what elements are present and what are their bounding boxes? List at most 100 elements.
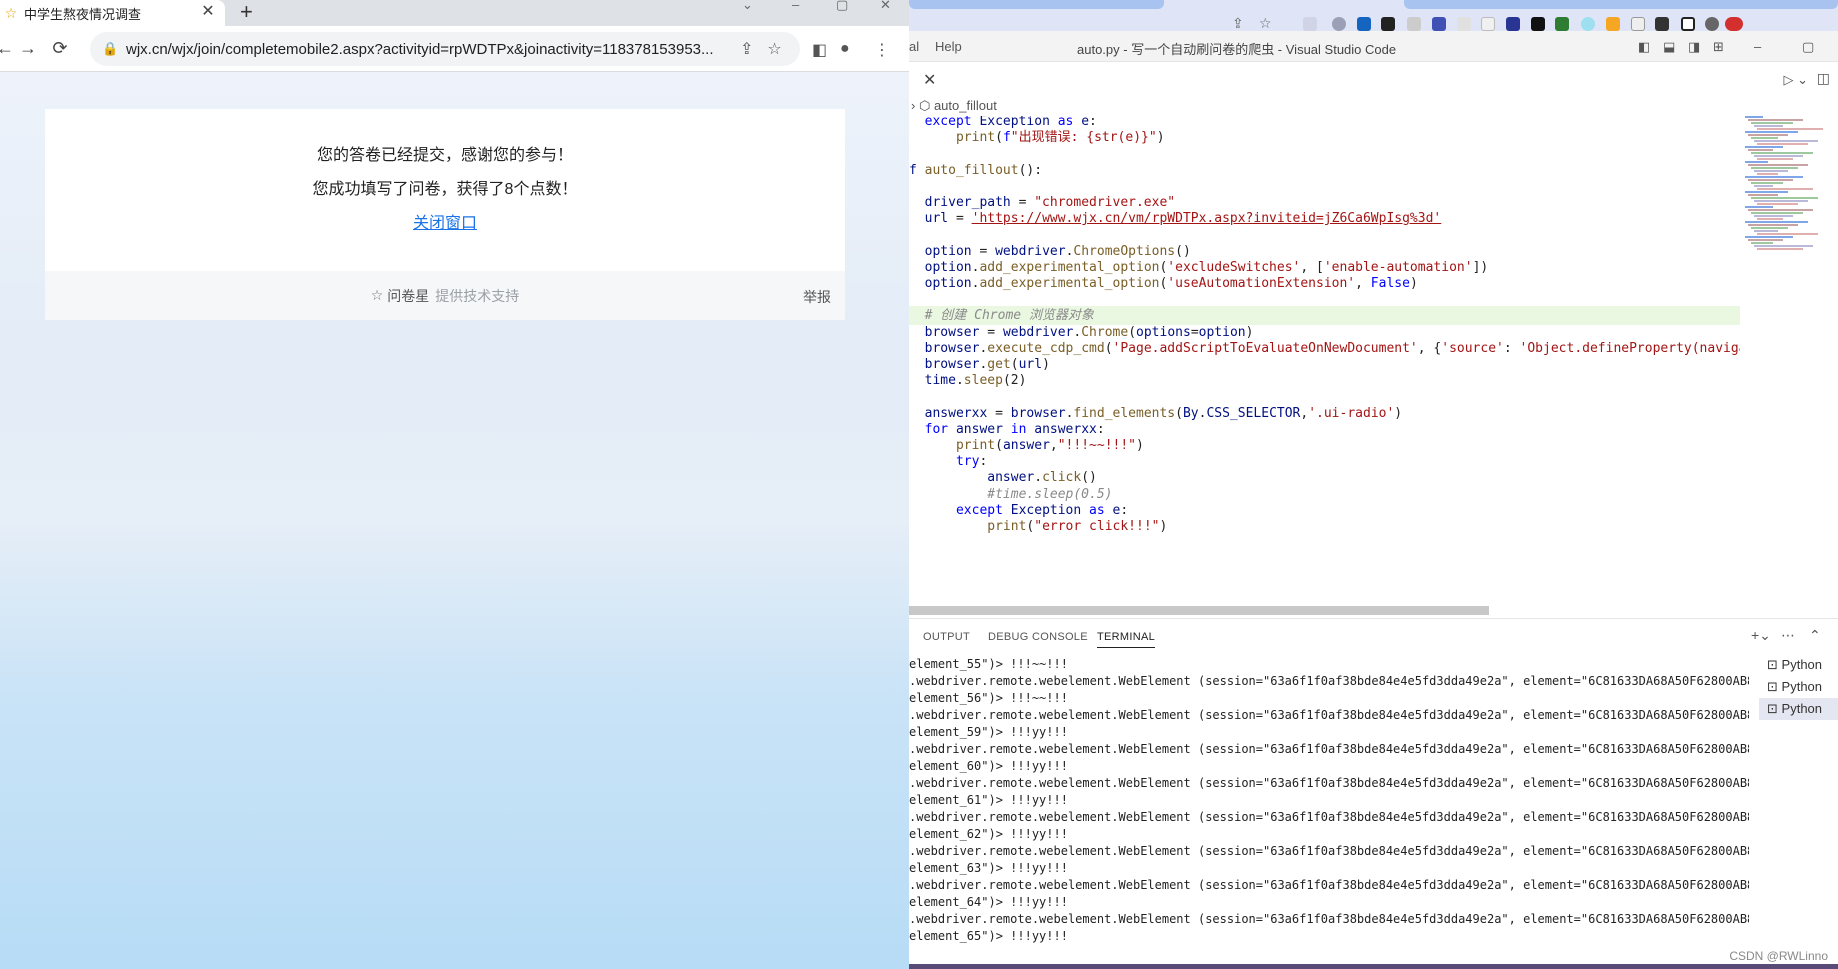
chevron-right-icon[interactable]: › [911,98,915,113]
toggle-sidebar-icon[interactable]: ◧ [1638,39,1650,55]
lock-icon[interactable]: 🔒 [102,41,120,57]
side-panel-icon[interactable]: ◧ [812,40,827,60]
extension-icon[interactable] [1457,17,1471,31]
extension-icon[interactable] [1631,17,1645,31]
split-editor-icon[interactable]: ◫ [1817,70,1830,87]
submitted-message: 您的答卷已经提交，感谢您的参与！ [316,147,573,164]
bookmark-star-icon[interactable]: ☆ [767,39,781,59]
terminal-item-active[interactable]: ⊡ Python [1759,698,1838,720]
close-tab-icon[interactable]: ✕ [199,3,217,21]
url-text[interactable]: wjx.cn/wjx/join/completemobile2.aspx?act… [126,41,726,58]
share-icon[interactable]: ⇪ [740,39,753,59]
minimap-stroke [1745,146,1783,148]
run-python-icon[interactable]: ▷ ⌄ [1783,72,1808,88]
update-badge-icon[interactable] [1725,17,1743,31]
minimap-stroke [1748,164,1808,166]
report-link[interactable]: 举报 [803,287,831,307]
minimap-stroke [1754,230,1778,232]
minimap-stroke [1757,248,1803,250]
minimize-icon[interactable]: – [1754,39,1761,54]
background-tab[interactable] [1404,0,1838,9]
horizontal-scrollbar[interactable] [909,606,1489,615]
minimap-stroke [1757,158,1793,160]
extension-icon[interactable] [1357,17,1371,31]
extension-icon[interactable] [1581,17,1595,31]
address-bar[interactable]: 🔒 wjx.cn/wjx/join/completemobile2.aspx?a… [90,32,800,66]
terminal-line: .webdriver.remote.webelement.WebElement … [909,912,1749,926]
background-tab[interactable] [909,0,1164,9]
tab-debug-console[interactable]: DEBUG CONSOLE [988,631,1088,643]
minimap-stroke [1757,218,1783,220]
bottom-panel: OUTPUT DEBUG CONSOLE TERMINAL +⌄ ⋯ ⌃ ele… [909,618,1838,969]
minimap-stroke [1757,173,1778,175]
background-browser-toolbar: ⇪ ☆ [909,0,1838,31]
vscode-titlebar: al Help auto.py - 写一个自动刷问卷的爬虫 - Visual S… [909,31,1838,62]
minimap-stroke [1748,134,1788,136]
tab-strip: ☆ 中学生熬夜情况调查 ✕ + ⌄ – ▢ ✕ [0,0,909,26]
code-editor[interactable]: except Exception as e: print(f"出现错误: {st… [909,116,1740,612]
tab-search-icon[interactable]: ⌄ [742,0,753,11]
minimap-stroke [1751,167,1798,169]
menu-help[interactable]: Help [935,39,962,54]
minimap-stroke [1745,191,1788,193]
footer-brand[interactable]: 问卷星 [387,286,429,306]
terminal-line: .webdriver.remote.webelement.WebElement … [909,674,1749,688]
extension-icon[interactable] [1481,17,1495,31]
minimap-stroke [1751,197,1818,199]
minimap-stroke [1745,116,1763,118]
terminal-item[interactable]: ⊡ Python [1759,654,1838,676]
minimap-stroke [1754,200,1808,202]
extension-icon[interactable] [1381,17,1395,31]
toggle-secondary-sidebar-icon[interactable]: ◨ [1688,39,1700,55]
minimize-icon[interactable]: – [792,0,799,11]
close-window-link[interactable]: 关闭窗口 [45,209,845,233]
toggle-panel-icon[interactable]: ⬓ [1663,39,1675,55]
tab-output[interactable]: OUTPUT [923,631,970,643]
share-icon[interactable]: ⇪ [1232,15,1246,31]
extension-icon[interactable] [1332,17,1346,31]
code-line[interactable]: print("error click!!!") [909,517,1740,536]
extension-icon[interactable] [1606,17,1620,31]
terminal-output[interactable]: element_55")> !!!~~!!! .webdriver.remote.… [909,656,1749,956]
forward-icon[interactable]: → [12,38,44,59]
extensions-puzzle-icon[interactable] [1655,17,1669,31]
breadcrumb-item[interactable]: auto_fillout [934,98,997,113]
tab-terminal[interactable]: TERMINAL [1097,631,1156,648]
browser-tab-active[interactable]: ☆ 中学生熬夜情况调查 ✕ [0,0,225,26]
terminal-line: element_55")> !!!~~!!! [909,657,1068,671]
close-window-icon[interactable]: ✕ [880,0,891,11]
minimap[interactable] [1745,116,1838,256]
new-tab-icon[interactable]: + [240,0,253,24]
menu-kebab-icon[interactable]: ⋮ [874,40,890,60]
profile-avatar-icon[interactable] [1705,17,1719,31]
terminal-item[interactable]: ⊡ Python [1759,676,1838,698]
extension-icon[interactable] [1531,17,1545,31]
maximize-icon[interactable]: ▢ [1802,39,1814,55]
more-actions-icon[interactable]: ⋯ [1781,627,1795,644]
maximize-panel-icon[interactable]: ⌃ [1809,627,1821,644]
customize-layout-icon[interactable]: ⊞ [1713,39,1724,55]
menu-terminal[interactable]: al [909,39,919,54]
minimap-stroke [1751,242,1773,244]
minimap-stroke [1751,182,1783,184]
close-editor-icon[interactable]: ✕ [923,70,936,90]
extension-icon[interactable] [1407,17,1421,31]
side-panel-icon[interactable] [1681,17,1695,31]
reload-icon[interactable]: ⟳ [44,38,76,59]
back-icon[interactable]: ← [0,38,14,59]
extension-icon[interactable] [1432,17,1446,31]
star-favicon-icon: ☆ [4,4,18,21]
maximize-icon[interactable]: ▢ [836,0,848,11]
new-terminal-icon[interactable]: +⌄ [1751,627,1771,644]
extension-icon[interactable] [1506,17,1520,31]
extension-icon[interactable] [1303,17,1317,31]
bookmark-star-icon[interactable]: ☆ [1259,15,1273,31]
tab-title: 中学生熬夜情况调查 [24,6,142,22]
breadcrumb: › ⬡ auto_fillout [909,98,1838,116]
extension-icon[interactable] [1555,17,1569,31]
minimap-stroke [1748,209,1813,211]
terminal-line: .webdriver.remote.webelement.WebElement … [909,708,1749,722]
profile-avatar-icon[interactable]: ● [840,40,850,58]
minimap-stroke [1751,212,1803,214]
browser-toolbar: ← → ⟳ 🔒 wjx.cn/wjx/join/completemobile2.… [0,26,909,72]
